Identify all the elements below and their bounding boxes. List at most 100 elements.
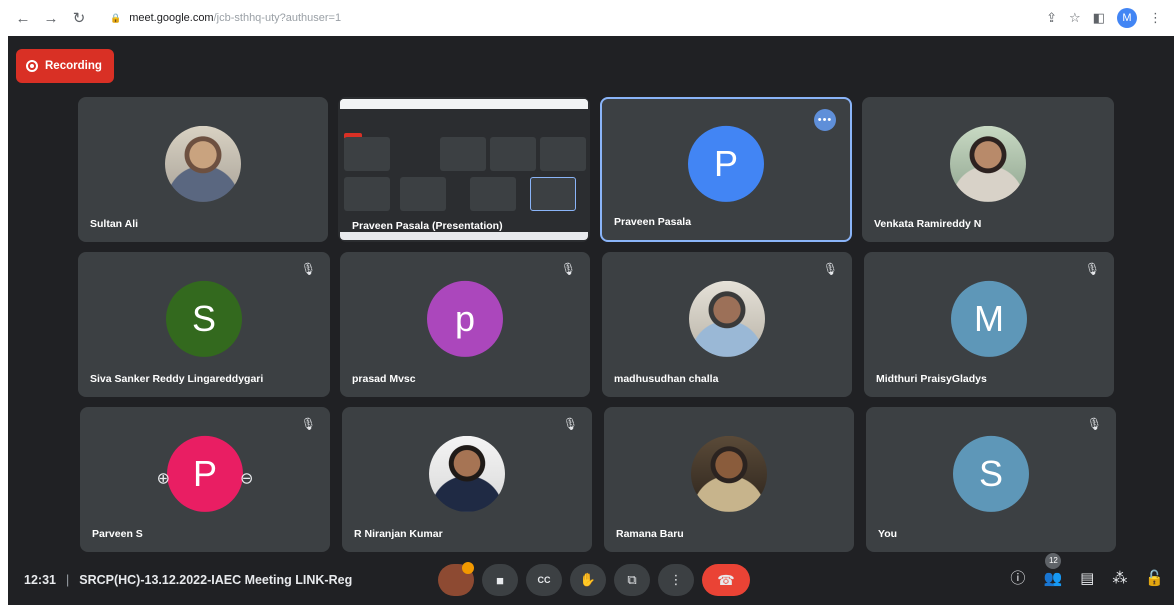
tile-hover-controls: ⊕ ⊖ xyxy=(157,468,254,488)
participant-name: Venkata Ramireddy N xyxy=(874,218,982,230)
avatar-letter: M xyxy=(974,297,1004,339)
lock-icon: 🔒 xyxy=(110,12,122,23)
avatar-letter: p xyxy=(454,297,476,339)
avatar-letter: S xyxy=(978,452,1003,494)
presentation-browser-bar xyxy=(340,99,588,109)
activities-icon[interactable]: ⁂ xyxy=(1112,569,1127,587)
participant-tile[interactable]: 🎙 R Niranjan Kumar xyxy=(342,407,592,552)
url-domain: meet.google.com xyxy=(129,12,214,24)
participant-name: Praveen Pasala (Presentation) xyxy=(352,220,503,232)
more-options-icon[interactable]: ••• xyxy=(814,109,836,131)
participant-name: prasad Mvsc xyxy=(352,373,416,385)
side-panel-controls: ⓘ 12 👥 ▤ ⁂ 🔓 xyxy=(1010,552,1164,588)
participant-name: Sultan Ali xyxy=(90,218,139,230)
participant-tile[interactable]: 🎙 madhusudhan challa xyxy=(602,252,852,397)
separator: | xyxy=(65,573,70,587)
meeting-details: 12:31 | SRCP(HC)-13.12.2022-IAEC Meeting… xyxy=(24,573,352,587)
chat-icon[interactable]: ▤ xyxy=(1080,569,1094,587)
participant-tile[interactable]: 🎙 S You xyxy=(866,407,1116,552)
participant-name: Siva Sanker Reddy Lingareddygari xyxy=(90,373,264,385)
presentation-thumb xyxy=(540,137,586,171)
participant-avatar: S xyxy=(953,435,1029,512)
browser-toolbar: ← → ↻ 🔒 meet.google.com/jcb-sthhq-uty?au… xyxy=(0,0,1174,36)
mic-off-icon: 🎙 xyxy=(562,417,578,431)
participant-name: Midthuri PraisyGladys xyxy=(876,373,987,385)
participant-avatar: S xyxy=(166,280,242,357)
participant-avatar: M xyxy=(951,280,1027,357)
recording-dot-icon xyxy=(26,60,38,72)
recording-label: Recording xyxy=(45,60,102,72)
participant-tile[interactable]: Ramana Baru xyxy=(604,407,854,552)
meeting-control-bar: 12:31 | SRCP(HC)-13.12.2022-IAEC Meeting… xyxy=(8,552,1174,605)
participant-avatar: P xyxy=(688,125,764,202)
profile-avatar[interactable]: M xyxy=(1117,8,1137,28)
end-call-icon[interactable]: ☎ xyxy=(702,564,750,596)
participant-count-badge: 12 xyxy=(1045,552,1062,569)
participant-name: Parveen S xyxy=(92,528,143,540)
participant-photo xyxy=(429,435,505,512)
meeting-title: SRCP(HC)-13.12.2022-IAEC Meeting LINK-Re… xyxy=(79,573,353,587)
url-path: /jcb-sthhq-uty?authuser=1 xyxy=(213,12,342,24)
captions-icon[interactable]: CC xyxy=(526,564,562,596)
side-panel-icon[interactable]: ◧ xyxy=(1093,10,1105,26)
mic-off-icon: 🎙 xyxy=(1084,262,1100,276)
camera-icon[interactable]: ■ xyxy=(482,564,518,596)
avatar-letter: S xyxy=(191,297,216,339)
pin-icon[interactable]: ⊕ xyxy=(157,468,170,488)
presentation-content xyxy=(340,109,588,232)
mic-off-icon: 🎙 xyxy=(822,262,838,276)
mic-off-icon: 🎙 xyxy=(300,262,316,276)
participant-name: Praveen Pasala xyxy=(614,216,692,228)
participant-tile[interactable]: Venkata Ramireddy N xyxy=(862,97,1114,242)
browser-menu-icon[interactable]: ⋮ xyxy=(1149,10,1162,26)
mic-off-icon: 🎙 xyxy=(1086,417,1102,431)
participant-photo xyxy=(691,435,767,512)
participant-tile[interactable]: ••• P Praveen Pasala xyxy=(600,97,852,242)
participant-avatar: p xyxy=(427,280,503,357)
share-icon[interactable]: ⇪ xyxy=(1046,10,1057,26)
meeting-stage: Recording Sultan Ali Praveen Pasala (Pre… xyxy=(8,36,1174,605)
presentation-thumb xyxy=(400,177,446,211)
call-controls: ■ CC ✋ ⧉ ⋮ ☎ xyxy=(438,562,750,596)
forward-icon[interactable]: → xyxy=(40,7,62,29)
participant-name: You xyxy=(878,528,898,540)
presentation-thumb xyxy=(344,177,390,211)
microphone-button[interactable] xyxy=(438,562,474,596)
address-bar[interactable]: 🔒 meet.google.com/jcb-sthhq-uty?authuser… xyxy=(110,12,341,24)
presentation-tile[interactable]: Praveen Pasala (Presentation) xyxy=(338,97,590,242)
participant-photo xyxy=(165,125,241,202)
participant-photo xyxy=(950,125,1026,202)
remove-icon[interactable]: ⊖ xyxy=(240,468,253,488)
participant-tile[interactable]: 🎙 S Siva Sanker Reddy Lingareddygari xyxy=(78,252,330,397)
mic-off-icon: 🎙 xyxy=(560,262,576,276)
presentation-thumb xyxy=(440,137,486,171)
present-screen-icon[interactable]: ⧉ xyxy=(614,564,650,596)
participant-name: R Niranjan Kumar xyxy=(354,528,443,540)
mic-off-icon: 🎙 xyxy=(300,417,316,431)
meeting-time: 12:31 xyxy=(24,573,56,587)
presentation-thumb xyxy=(490,137,536,171)
participant-tile[interactable]: 🎙 M Midthuri PraisyGladys xyxy=(864,252,1114,397)
people-icon: 👥 xyxy=(1043,569,1063,587)
participant-name: madhusudhan challa xyxy=(614,373,719,385)
reload-icon[interactable]: ↻ xyxy=(68,7,90,29)
back-icon[interactable]: ← xyxy=(12,7,34,29)
avatar-letter: P xyxy=(713,142,738,184)
people-button[interactable]: 12 👥 xyxy=(1043,552,1063,587)
browser-actions: ⇪ ☆ ◧ M ⋮ xyxy=(1046,8,1162,28)
more-options-icon[interactable]: ⋮ xyxy=(658,564,694,596)
presentation-thumb xyxy=(530,177,576,211)
host-controls-icon[interactable]: 🔓 xyxy=(1145,569,1164,587)
participant-name: Ramana Baru xyxy=(616,528,684,540)
presentation-screen xyxy=(340,99,588,240)
participant-tile[interactable]: Sultan Ali xyxy=(78,97,328,242)
participant-tile[interactable]: 🎙 p prasad Mvsc xyxy=(340,252,590,397)
raise-hand-icon[interactable]: ✋ xyxy=(570,564,606,596)
bookmark-star-icon[interactable]: ☆ xyxy=(1069,10,1081,26)
info-icon[interactable]: ⓘ xyxy=(1010,567,1025,588)
presentation-thumb xyxy=(470,177,516,211)
participant-photo xyxy=(689,280,765,357)
participant-tile[interactable]: 🎙 P ⊕ ⊖ Parveen S xyxy=(80,407,330,552)
recording-indicator[interactable]: Recording xyxy=(16,49,114,83)
presentation-thumb xyxy=(344,137,390,171)
